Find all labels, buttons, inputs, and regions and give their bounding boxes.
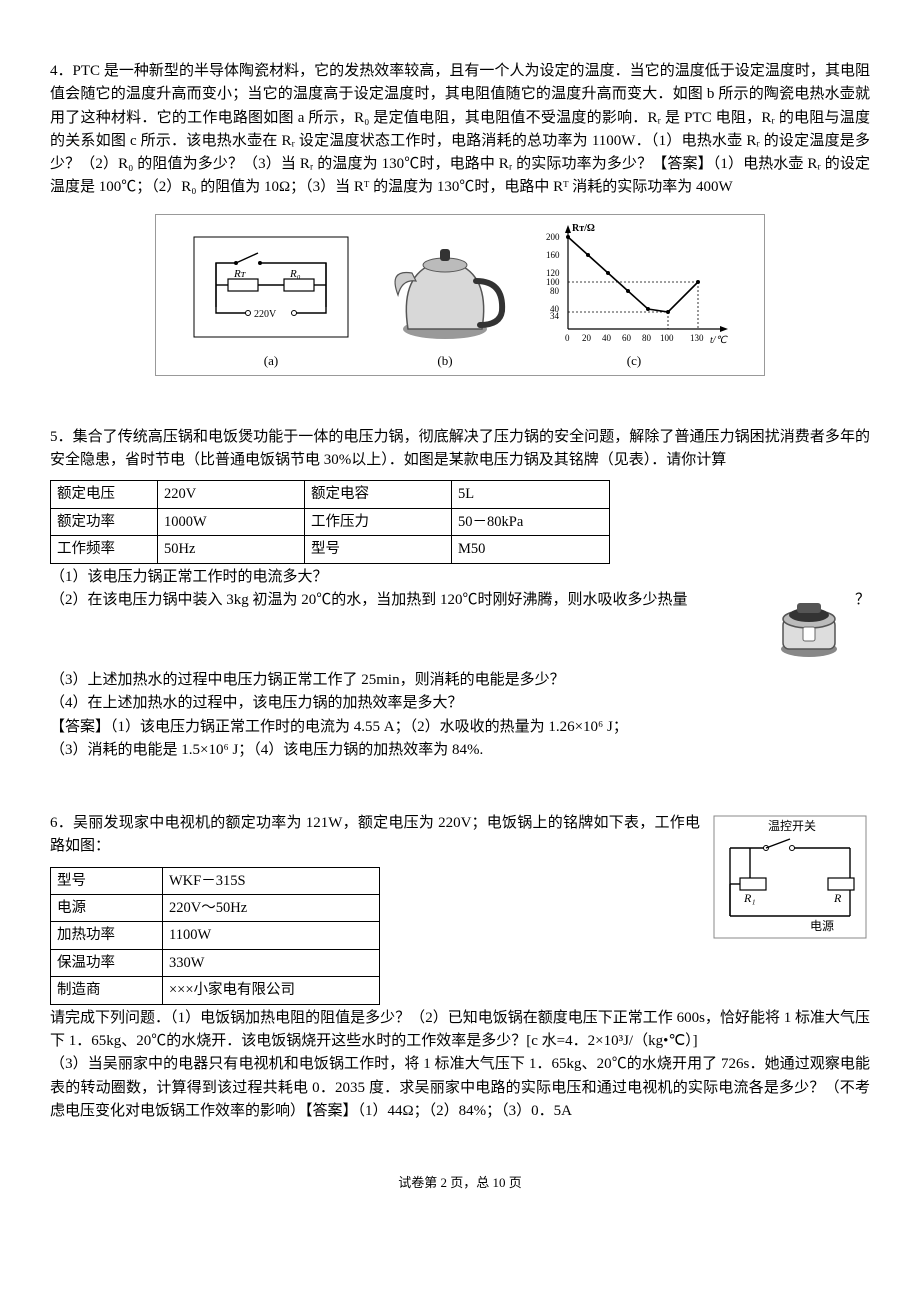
- svg-text:温控开关: 温控开关: [768, 819, 816, 833]
- figure-b-label: (b): [437, 351, 452, 371]
- problem-5-q2-row: （2）在该电压力锅中装入 3kg 初温为 20℃的水，当加热到 120℃时刚好沸…: [50, 589, 870, 669]
- svg-text:34: 34: [550, 311, 560, 321]
- svg-text:80: 80: [550, 286, 560, 296]
- svg-text:200: 200: [546, 232, 560, 242]
- problem-5-intro: 5．集合了传统高压锅和电饭煲功能于一体的电压力锅，彻底解决了压力锅的安全问题，解…: [50, 426, 870, 473]
- table-row: 加热功率1100W: [51, 922, 380, 949]
- r1-label: R₁: [743, 891, 756, 905]
- problem-4: 4．PTC 是一种新型的半导体陶瓷材料，它的发热效率较高，且有一个人为设定的温度…: [50, 60, 870, 376]
- svg-text:Rᴛ: Rᴛ: [233, 268, 246, 280]
- svg-text:0: 0: [565, 333, 570, 343]
- page-footer: 试卷第 2 页，总 10 页: [50, 1173, 870, 1193]
- svg-text:80: 80: [642, 333, 652, 343]
- chart-y-label: Rᴛ/Ω: [572, 223, 595, 234]
- svg-text:R₀: R₀: [289, 268, 301, 280]
- problem-5-q2-tail: ？: [855, 589, 870, 612]
- table-row: 额定电压 220V 额定电容 5L: [51, 481, 610, 508]
- table-row: 保温功率330W: [51, 949, 380, 976]
- problem-4-text: 4．PTC 是一种新型的半导体陶瓷材料，它的发热效率较高，且有一个人为设定的温度…: [50, 60, 870, 200]
- kettle-icon: [380, 229, 510, 349]
- figure-c-label: (c): [627, 351, 641, 371]
- chart-x-label: t/℃: [710, 335, 729, 346]
- problem-6-circuit: 温控开关 温控开关: [710, 812, 870, 950]
- figure-a: Rᴛ R₀ 220V: [186, 229, 356, 371]
- svg-text:60: 60: [622, 333, 632, 343]
- problem-5: 5．集合了传统高压锅和电饭煲功能于一体的电压力锅，彻底解决了压力锅的安全问题，解…: [50, 426, 870, 762]
- table-row: 电源220V～50Hᴢ: [51, 895, 380, 922]
- problem-5-q1: （1）该电压力锅正常工作时的电流多大？: [50, 566, 870, 589]
- rice-cooker-circuit-icon: 温控开关 温控开关: [710, 812, 870, 942]
- pressure-cooker-figure: [773, 589, 845, 669]
- problem-6-top-row: 6．吴丽发现家中电视机的额定功率为 121W，额定电压为 220V；电饭锅上的铭…: [50, 812, 870, 1007]
- svg-text:220V: 220V: [254, 309, 277, 320]
- problem-4-figures: Rᴛ R₀ 220V: [155, 214, 765, 376]
- svg-text:40: 40: [602, 333, 612, 343]
- source-label: 电源: [810, 919, 834, 933]
- problem-5-answer2: （3）消耗的电能是 1.5×10⁶ J；（4）该电压力锅的加热效率为 84%.: [50, 739, 870, 762]
- table-row: 型号WKF－315S: [51, 867, 380, 894]
- problem-6: 6．吴丽发现家中电视机的额定功率为 121W，额定电压为 220V；电饭锅上的铭…: [50, 812, 870, 1123]
- problem-6-table: 型号WKF－315S 电源220V～50Hᴢ 加热功率1100W 保温功率330…: [50, 867, 380, 1005]
- svg-text:130: 130: [690, 333, 704, 343]
- figure-b: (b): [380, 229, 510, 371]
- table-row: 工作频率 50Hz 型号 M50: [51, 536, 610, 563]
- circuit-diagram-icon: Rᴛ R₀ 220V: [186, 229, 356, 349]
- svg-text:160: 160: [546, 250, 560, 260]
- problem-6-intro: 6．吴丽发现家中电视机的额定功率为 121W，额定电压为 220V；电饭锅上的铭…: [50, 812, 700, 859]
- problem-5-q3: （3）上述加热水的过程中电压力锅正常工作了 25min，则消耗的电能是多少？: [50, 669, 870, 692]
- svg-text:100: 100: [660, 333, 674, 343]
- figure-a-label: (a): [264, 351, 278, 371]
- pressure-cooker-icon: [773, 589, 845, 661]
- resistance-temperature-chart: Rᴛ/Ω t/℃ 200 160 120 100 80 40: [534, 219, 734, 349]
- figure-c: Rᴛ/Ω t/℃ 200 160 120 100 80 40: [534, 219, 734, 371]
- problem-5-q4: （4）在上述加热水的过程中，该电压力锅的加热效率是多大？: [50, 692, 870, 715]
- problem-5-q2: （2）在该电压力锅中装入 3kg 初温为 20℃的水，当加热到 120℃时刚好沸…: [50, 592, 688, 608]
- problem-6-rest: 请完成下列问题．（1）电饭锅加热电阻的阻值是多少？（2）已知电饭锅在额度电压下正…: [50, 1007, 870, 1123]
- table-row: 制造商×××小家电有限公司: [51, 977, 380, 1004]
- problem-5-table: 额定电压 220V 额定电容 5L 额定功率 1000W 工作压力 50－80k…: [50, 480, 610, 563]
- r-label: R: [833, 891, 842, 905]
- svg-text:20: 20: [582, 333, 592, 343]
- table-row: 额定功率 1000W 工作压力 50－80kPa: [51, 508, 610, 535]
- problem-5-answer1: 【答案】（1）该电压力锅正常工作时的电流为 4.55 A；（2）水吸收的热量为 …: [50, 716, 870, 739]
